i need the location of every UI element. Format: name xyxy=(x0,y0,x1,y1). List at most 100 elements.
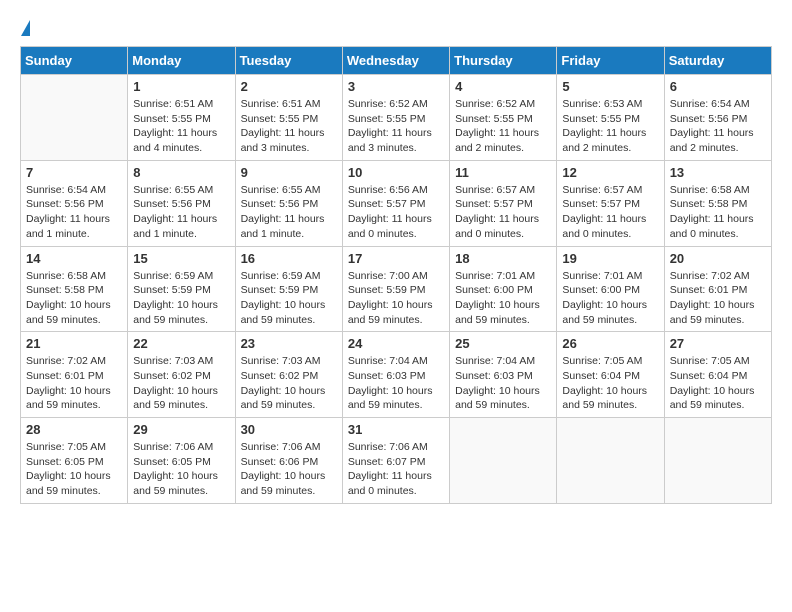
calendar-cell: 15Sunrise: 6:59 AMSunset: 5:59 PMDayligh… xyxy=(128,246,235,332)
calendar-cell xyxy=(557,418,664,504)
day-number: 22 xyxy=(133,336,229,351)
day-info: Sunrise: 6:51 AMSunset: 5:55 PMDaylight:… xyxy=(241,97,337,156)
calendar-week-1: 1 Sunrise: 6:51 AMSunset: 5:55 PMDaylight… xyxy=(21,75,772,161)
day-info: Sunrise: 7:04 AMSunset: 6:03 PMDaylight:… xyxy=(455,354,551,413)
day-info: Sunrise: 7:04 AMSunset: 6:03 PMDaylight:… xyxy=(348,354,444,413)
day-number: 5 xyxy=(562,79,658,94)
calendar-cell xyxy=(664,418,771,504)
calendar-cell xyxy=(21,75,128,161)
calendar-cell: 8 Sunrise: 6:55 AMSunset: 5:56 PMDaylight… xyxy=(128,160,235,246)
calendar-week-3: 14 Sunrise: 6:58 AMSunset: 5:58 PMDayligh… xyxy=(21,246,772,332)
day-info: Sunrise: 7:00 AMSunset: 5:59 PMDaylight:… xyxy=(348,269,444,328)
col-header-saturday: Saturday xyxy=(664,47,771,75)
day-info: Sunrise: 7:01 AMSunset: 6:00 PMDaylight:… xyxy=(562,269,658,328)
calendar-cell: 20 Sunrise: 7:02 AMSunset: 6:01 PMDayligh… xyxy=(664,246,771,332)
day-info: Sunrise: 6:58 AMSunset: 5:58 PMDaylight:… xyxy=(26,269,122,328)
day-number: 27 xyxy=(670,336,766,351)
calendar-cell: 5 Sunrise: 6:53 AMSunset: 5:55 PMDaylight… xyxy=(557,75,664,161)
col-header-thursday: Thursday xyxy=(450,47,557,75)
day-number: 19 xyxy=(562,251,658,266)
day-info: Sunrise: 6:56 AMSunset: 5:57 PMDaylight:… xyxy=(348,183,444,242)
page-header xyxy=(20,20,772,36)
calendar-cell: 7 Sunrise: 6:54 AMSunset: 5:56 PMDaylight… xyxy=(21,160,128,246)
day-number: 21 xyxy=(26,336,122,351)
day-number: 12 xyxy=(562,165,658,180)
day-number: 10 xyxy=(348,165,444,180)
day-info: Sunrise: 7:03 AMSunset: 6:02 PMDaylight:… xyxy=(241,354,337,413)
day-info: Sunrise: 7:01 AMSunset: 6:00 PMDaylight:… xyxy=(455,269,551,328)
day-number: 29 xyxy=(133,422,229,437)
day-number: 6 xyxy=(670,79,766,94)
day-info: Sunrise: 6:55 AMSunset: 5:56 PMDaylight:… xyxy=(133,183,229,242)
day-number: 18 xyxy=(455,251,551,266)
day-number: 9 xyxy=(241,165,337,180)
day-info: Sunrise: 7:05 AMSunset: 6:05 PMDaylight:… xyxy=(26,440,122,499)
day-number: 16 xyxy=(241,251,337,266)
calendar-cell: 27 Sunrise: 7:05 AMSunset: 6:04 PMDayligh… xyxy=(664,332,771,418)
col-header-sunday: Sunday xyxy=(21,47,128,75)
col-header-tuesday: Tuesday xyxy=(235,47,342,75)
calendar-cell: 22 Sunrise: 7:03 AMSunset: 6:02 PMDayligh… xyxy=(128,332,235,418)
day-info: Sunrise: 7:06 AMSunset: 6:05 PMDaylight:… xyxy=(133,440,229,499)
calendar-header-row: SundayMondayTuesdayWednesdayThursdayFrid… xyxy=(21,47,772,75)
day-number: 13 xyxy=(670,165,766,180)
calendar-cell: 11 Sunrise: 6:57 AMSunset: 5:57 PMDayligh… xyxy=(450,160,557,246)
day-info: Sunrise: 7:02 AMSunset: 6:01 PMDaylight:… xyxy=(26,354,122,413)
day-info: Sunrise: 6:57 AMSunset: 5:57 PMDaylight:… xyxy=(562,183,658,242)
calendar-cell: 10 Sunrise: 6:56 AMSunset: 5:57 PMDayligh… xyxy=(342,160,449,246)
calendar-cell: 24 Sunrise: 7:04 AMSunset: 6:03 PMDayligh… xyxy=(342,332,449,418)
day-info: Sunrise: 6:52 AMSunset: 5:55 PMDaylight:… xyxy=(348,97,444,156)
day-info: Sunrise: 6:54 AMSunset: 5:56 PMDaylight:… xyxy=(670,97,766,156)
day-info: Sunrise: 7:02 AMSunset: 6:01 PMDaylight:… xyxy=(670,269,766,328)
day-number: 31 xyxy=(348,422,444,437)
day-number: 8 xyxy=(133,165,229,180)
day-info: Sunrise: 6:57 AMSunset: 5:57 PMDaylight:… xyxy=(455,183,551,242)
day-info: Sunrise: 7:03 AMSunset: 6:02 PMDaylight:… xyxy=(133,354,229,413)
day-number: 28 xyxy=(26,422,122,437)
day-info: Sunrise: 6:58 AMSunset: 5:58 PMDaylight:… xyxy=(670,183,766,242)
day-number: 4 xyxy=(455,79,551,94)
col-header-monday: Monday xyxy=(128,47,235,75)
day-number: 17 xyxy=(348,251,444,266)
day-number: 30 xyxy=(241,422,337,437)
day-info: Sunrise: 6:54 AMSunset: 5:56 PMDaylight:… xyxy=(26,183,122,242)
calendar-week-5: 28 Sunrise: 7:05 AMSunset: 6:05 PMDayligh… xyxy=(21,418,772,504)
calendar-cell: 23Sunrise: 7:03 AMSunset: 6:02 PMDayligh… xyxy=(235,332,342,418)
calendar-cell: 14 Sunrise: 6:58 AMSunset: 5:58 PMDayligh… xyxy=(21,246,128,332)
day-number: 24 xyxy=(348,336,444,351)
day-info: Sunrise: 7:05 AMSunset: 6:04 PMDaylight:… xyxy=(562,354,658,413)
calendar-cell: 30 Sunrise: 7:06 AMSunset: 6:06 PMDayligh… xyxy=(235,418,342,504)
calendar-cell: 19 Sunrise: 7:01 AMSunset: 6:00 PMDayligh… xyxy=(557,246,664,332)
calendar-cell: 9 Sunrise: 6:55 AMSunset: 5:56 PMDaylight… xyxy=(235,160,342,246)
day-info: Sunrise: 7:05 AMSunset: 6:04 PMDaylight:… xyxy=(670,354,766,413)
calendar-cell: 4 Sunrise: 6:52 AMSunset: 5:55 PMDaylight… xyxy=(450,75,557,161)
calendar-cell: 25 Sunrise: 7:04 AMSunset: 6:03 PMDayligh… xyxy=(450,332,557,418)
calendar-cell: 2Sunrise: 6:51 AMSunset: 5:55 PMDaylight… xyxy=(235,75,342,161)
day-number: 7 xyxy=(26,165,122,180)
calendar-week-4: 21 Sunrise: 7:02 AMSunset: 6:01 PMDayligh… xyxy=(21,332,772,418)
day-number: 1 xyxy=(133,79,229,94)
calendar-cell: 29 Sunrise: 7:06 AMSunset: 6:05 PMDayligh… xyxy=(128,418,235,504)
calendar-cell xyxy=(450,418,557,504)
day-info: Sunrise: 6:55 AMSunset: 5:56 PMDaylight:… xyxy=(241,183,337,242)
day-number: 20 xyxy=(670,251,766,266)
logo xyxy=(20,20,30,36)
calendar-table: SundayMondayTuesdayWednesdayThursdayFrid… xyxy=(20,46,772,504)
calendar-cell: 31Sunrise: 7:06 AMSunset: 6:07 PMDayligh… xyxy=(342,418,449,504)
day-number: 14 xyxy=(26,251,122,266)
day-info: Sunrise: 6:59 AMSunset: 5:59 PMDaylight:… xyxy=(241,269,337,328)
calendar-cell: 6 Sunrise: 6:54 AMSunset: 5:56 PMDaylight… xyxy=(664,75,771,161)
day-number: 15 xyxy=(133,251,229,266)
day-info: Sunrise: 6:51 AMSunset: 5:55 PMDaylight:… xyxy=(133,97,229,156)
calendar-cell: 28 Sunrise: 7:05 AMSunset: 6:05 PMDayligh… xyxy=(21,418,128,504)
day-info: Sunrise: 7:06 AMSunset: 6:06 PMDaylight:… xyxy=(241,440,337,499)
calendar-cell: 3Sunrise: 6:52 AMSunset: 5:55 PMDaylight… xyxy=(342,75,449,161)
col-header-friday: Friday xyxy=(557,47,664,75)
day-info: Sunrise: 6:52 AMSunset: 5:55 PMDaylight:… xyxy=(455,97,551,156)
calendar-cell: 18 Sunrise: 7:01 AMSunset: 6:00 PMDayligh… xyxy=(450,246,557,332)
day-number: 11 xyxy=(455,165,551,180)
calendar-cell: 13 Sunrise: 6:58 AMSunset: 5:58 PMDayligh… xyxy=(664,160,771,246)
logo-triangle-icon xyxy=(21,20,30,36)
day-info: Sunrise: 6:53 AMSunset: 5:55 PMDaylight:… xyxy=(562,97,658,156)
day-number: 25 xyxy=(455,336,551,351)
